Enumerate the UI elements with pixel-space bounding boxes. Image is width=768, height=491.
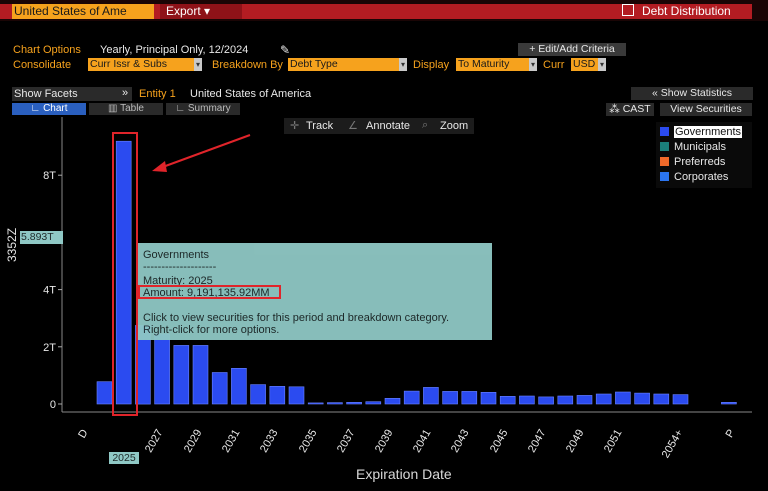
x-tick-label: 2045: [488, 428, 511, 455]
x-tick-label: 2035: [297, 428, 320, 455]
legend-label: Corporates: [674, 171, 729, 183]
bar-2041[interactable]: [423, 387, 439, 405]
legend-swatch: [660, 127, 669, 136]
bar-P[interactable]: [721, 401, 737, 405]
bar-2032[interactable]: [250, 384, 266, 405]
bar-2045[interactable]: [499, 395, 516, 405]
legend-item-municipals[interactable]: Municipals: [660, 141, 726, 153]
x-tick-label: 2037: [335, 428, 358, 455]
bar-2033[interactable]: [269, 385, 286, 405]
bar-2030[interactable]: [211, 372, 228, 405]
bar-D[interactable]: [96, 381, 113, 405]
tooltip-series: Governments: [143, 249, 210, 261]
bar-2046[interactable]: [519, 395, 535, 405]
legend-item-corporates[interactable]: Corporates: [660, 171, 728, 183]
bar-2042[interactable]: [442, 391, 458, 405]
bar-2035[interactable]: [307, 402, 324, 405]
x-tick-label: 2054+: [660, 428, 686, 461]
bar-2025[interactable]: [115, 140, 132, 405]
bar-2039[interactable]: [384, 397, 401, 405]
legend-label: Preferreds: [674, 156, 726, 168]
bar-2037[interactable]: [346, 401, 362, 405]
x-highlight-tag: 2025: [109, 452, 139, 464]
bar-2047[interactable]: [538, 396, 554, 405]
legend-item-governments[interactable]: Governments: [660, 126, 743, 138]
annotation-arrow: [159, 134, 251, 169]
bar-2043[interactable]: [461, 391, 478, 405]
bar-2028[interactable]: [173, 345, 190, 405]
legend-swatch: [660, 142, 669, 151]
x-tick-label: 2047: [526, 428, 549, 455]
bar-2031[interactable]: [231, 367, 247, 405]
bar-2040[interactable]: [403, 390, 420, 405]
x-axis-title: Expiration Date: [356, 466, 452, 482]
bar-2036[interactable]: [327, 402, 343, 405]
bar-2034[interactable]: [288, 386, 305, 405]
y-tick-label: 4T: [43, 285, 56, 297]
legend-label: Governments: [674, 126, 743, 138]
legend-swatch: [660, 157, 669, 166]
x-tick-label: 2041: [411, 428, 434, 455]
x-tick-label: 2033: [258, 428, 281, 455]
annotation-arrowhead: [152, 161, 167, 172]
tooltip-divider: --------------------: [143, 261, 217, 273]
x-tick-label: 2031: [220, 428, 243, 455]
bar-2053[interactable]: [653, 393, 670, 405]
x-tick-label: D: [76, 427, 90, 440]
bar-2044[interactable]: [480, 391, 497, 405]
bar-2054+[interactable]: [672, 394, 689, 405]
x-tick-label: 2043: [449, 428, 472, 455]
x-tick-label: P: [724, 428, 738, 440]
x-tick-label: 2027: [143, 428, 166, 455]
x-tick-label: 2039: [373, 428, 396, 455]
bar-2029[interactable]: [192, 345, 209, 405]
y-tick-label: 8T: [43, 170, 56, 182]
bar-2052[interactable]: [634, 392, 650, 405]
bar-2027[interactable]: [154, 333, 170, 405]
x-tick-label: 2051: [602, 428, 625, 455]
bar-2049[interactable]: [576, 395, 593, 405]
bar-2050[interactable]: [595, 393, 612, 405]
y-tick-label: 2T: [43, 342, 56, 354]
y-axis-title: 3352Z: [5, 227, 19, 262]
legend-swatch: [660, 172, 669, 181]
x-tick-label: 2029: [182, 428, 205, 455]
bar-2051[interactable]: [615, 391, 631, 405]
amount-highlight-box: [138, 285, 281, 299]
x-tick-label: 2049: [564, 428, 587, 455]
chart-legend: Governments Municipals Preferreds Corpor…: [656, 122, 752, 188]
bar-2038[interactable]: [365, 401, 382, 405]
bar-2048[interactable]: [557, 395, 574, 405]
tooltip-hint-rightclick: Right-click for more options.: [143, 324, 280, 336]
legend-item-preferreds[interactable]: Preferreds: [660, 156, 725, 168]
y-tick-label: 0: [50, 399, 56, 411]
legend-label: Municipals: [674, 141, 726, 153]
y-highlight-tag: 5.893T: [20, 231, 63, 244]
tooltip-hint-view: Click to view securities for this period…: [143, 312, 450, 324]
